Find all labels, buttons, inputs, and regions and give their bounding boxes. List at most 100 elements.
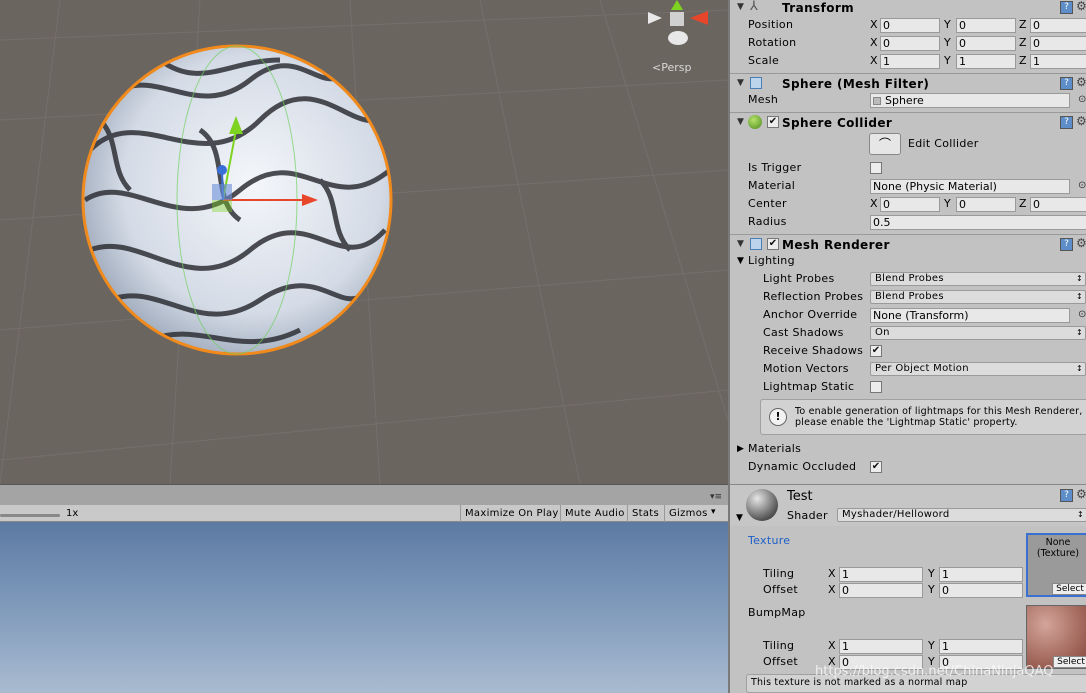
help-icon[interactable]: ? bbox=[1060, 489, 1073, 502]
motion-vectors-label: Motion Vectors bbox=[763, 362, 849, 375]
dynamic-occluded-checkbox[interactable]: ✔ bbox=[870, 461, 882, 473]
panel-splitter[interactable]: ▾≡ bbox=[0, 484, 728, 505]
component-enabled-checkbox[interactable]: ✔ bbox=[767, 238, 779, 250]
position-z-field[interactable]: 0 bbox=[1030, 18, 1086, 33]
is-trigger-row: Is Trigger bbox=[730, 159, 1086, 177]
scene-view[interactable]: <Persp bbox=[0, 0, 728, 484]
panel-menu-icon[interactable]: ▾≡ bbox=[710, 493, 722, 502]
scale-y-field[interactable]: 1 bbox=[956, 54, 1016, 69]
mute-audio-button[interactable]: Mute Audio bbox=[560, 505, 629, 522]
reflection-probes-dropdown[interactable]: Blend Probes bbox=[870, 290, 1086, 304]
edit-collider-label: Edit Collider bbox=[908, 137, 979, 150]
axis-y-label: Y bbox=[944, 36, 951, 49]
collider-material-label: Material bbox=[748, 179, 796, 192]
help-icon[interactable]: ? bbox=[1060, 77, 1073, 90]
mesh-row: Mesh Sphere ⊙ bbox=[730, 91, 1086, 109]
mesh-renderer-icon bbox=[750, 238, 762, 250]
texture-offset-y-field[interactable]: 0 bbox=[939, 583, 1023, 598]
help-icon[interactable]: ? bbox=[1060, 116, 1073, 129]
rotation-label: Rotation bbox=[748, 36, 797, 49]
material-name: Test bbox=[787, 489, 813, 504]
mesh-filter-header[interactable]: ▼ Sphere (Mesh Filter) ? ⚙ bbox=[730, 73, 1086, 93]
scene-canvas[interactable] bbox=[0, 0, 728, 484]
gizmos-chevron-icon[interactable]: ▾ bbox=[711, 507, 716, 517]
position-y-field[interactable]: 0 bbox=[956, 18, 1016, 33]
scale-row: Scale X 1 Y 1 Z 1 bbox=[730, 52, 1086, 70]
help-icon[interactable]: ? bbox=[1060, 238, 1073, 251]
lightmap-static-checkbox[interactable] bbox=[870, 381, 882, 393]
material-row: Material None (Physic Material) ⊙ bbox=[730, 177, 1086, 195]
bump-tiling-y-field[interactable]: 1 bbox=[939, 639, 1023, 654]
materials-foldout[interactable]: ▶ Materials bbox=[730, 440, 1086, 458]
scale-x-field[interactable]: 1 bbox=[880, 54, 940, 69]
sphere-collider-header[interactable]: ▼ ✔ Sphere Collider ? ⚙ bbox=[730, 112, 1086, 132]
stats-button[interactable]: Stats bbox=[627, 505, 663, 522]
scale-slider[interactable] bbox=[0, 514, 60, 517]
texture-tiling-x-field[interactable]: 1 bbox=[839, 567, 923, 582]
radius-field[interactable]: 0.5 bbox=[870, 215, 1086, 230]
bump-tiling-x-field[interactable]: 1 bbox=[839, 639, 923, 654]
lighting-foldout[interactable]: ▼ Lighting bbox=[730, 252, 1086, 270]
axis-z-label: Z bbox=[1019, 18, 1027, 31]
collapse-arrow-icon[interactable]: ▼ bbox=[737, 2, 744, 12]
texture-label: Texture bbox=[748, 534, 791, 547]
center-y-field[interactable]: 0 bbox=[956, 197, 1016, 212]
game-view[interactable] bbox=[0, 522, 728, 693]
is-trigger-checkbox[interactable] bbox=[870, 162, 882, 174]
edit-collider-button[interactable]: ⌒ bbox=[869, 133, 901, 155]
axis-y-label: Y bbox=[928, 583, 935, 596]
help-icon[interactable]: ? bbox=[1060, 1, 1073, 14]
gear-icon[interactable]: ⚙ bbox=[1076, 236, 1086, 250]
position-x-field[interactable]: 0 bbox=[880, 18, 940, 33]
object-picker-icon[interactable]: ⊙ bbox=[1078, 306, 1086, 324]
center-row: Center X 0 Y 0 Z 0 bbox=[730, 195, 1086, 213]
rotation-x-field[interactable]: 0 bbox=[880, 36, 940, 51]
material-preview-icon bbox=[746, 489, 778, 521]
foldout-arrow-icon[interactable]: ▼ bbox=[737, 252, 744, 270]
mesh-filter-icon bbox=[750, 77, 762, 89]
shader-dropdown[interactable]: Myshader/Helloword bbox=[837, 508, 1086, 522]
gear-icon[interactable]: ⚙ bbox=[1076, 114, 1086, 128]
motion-vectors-dropdown[interactable]: Per Object Motion bbox=[870, 362, 1086, 376]
object-picker-icon[interactable]: ⊙ bbox=[1078, 91, 1086, 109]
anchor-override-field[interactable]: None (Transform) bbox=[870, 308, 1070, 323]
collapse-arrow-icon[interactable]: ▼ bbox=[737, 78, 744, 88]
gear-icon[interactable]: ⚙ bbox=[1076, 487, 1086, 501]
mesh-field[interactable]: Sphere bbox=[870, 93, 1070, 108]
foldout-arrow-icon[interactable]: ▶ bbox=[737, 440, 744, 458]
light-probes-label: Light Probes bbox=[763, 272, 835, 285]
info-icon: ! bbox=[769, 408, 787, 426]
axis-x-label: X bbox=[870, 18, 878, 31]
axis-x-label: X bbox=[870, 54, 878, 67]
maximize-on-play-button[interactable]: Maximize On Play bbox=[460, 505, 563, 522]
center-x-field[interactable]: 0 bbox=[880, 197, 940, 212]
rotation-z-field[interactable]: 0 bbox=[1030, 36, 1086, 51]
component-enabled-checkbox[interactable]: ✔ bbox=[767, 116, 779, 128]
object-picker-icon[interactable]: ⊙ bbox=[1078, 177, 1086, 195]
rotation-y-field[interactable]: 0 bbox=[956, 36, 1016, 51]
collider-material-field[interactable]: None (Physic Material) bbox=[870, 179, 1070, 194]
mesh-renderer-header[interactable]: ▼ ✔ Mesh Renderer ? ⚙ bbox=[730, 234, 1086, 254]
scale-z-field[interactable]: 1 bbox=[1030, 54, 1086, 69]
reflection-probes-label: Reflection Probes bbox=[763, 290, 864, 303]
light-probes-dropdown[interactable]: Blend Probes bbox=[870, 272, 1086, 286]
center-z-field[interactable]: 0 bbox=[1030, 197, 1086, 212]
position-row: Position X 0 Y 0 Z 0 bbox=[730, 16, 1086, 34]
texture-tiling-y-field[interactable]: 1 bbox=[939, 567, 1023, 582]
mesh-label: Mesh bbox=[748, 93, 779, 106]
material-header[interactable]: ▼ Test Shader Myshader/Helloword ? ⚙ bbox=[730, 484, 1086, 526]
gear-icon[interactable]: ⚙ bbox=[1076, 75, 1086, 89]
collapse-arrow-icon[interactable]: ▼ bbox=[737, 117, 744, 127]
collapse-arrow-icon[interactable]: ▼ bbox=[736, 513, 743, 523]
dynamic-occluded-label: Dynamic Occluded bbox=[748, 460, 857, 473]
texture-offset-x-field[interactable]: 0 bbox=[839, 583, 923, 598]
lightmap-info-box: ! To enable generation of lightmaps for … bbox=[760, 399, 1086, 435]
center-label: Center bbox=[748, 197, 787, 210]
orientation-gizmo[interactable] bbox=[648, 0, 708, 45]
cast-shadows-dropdown[interactable]: On bbox=[870, 326, 1086, 340]
gear-icon[interactable]: ⚙ bbox=[1076, 0, 1086, 13]
perspective-label[interactable]: <Persp bbox=[652, 61, 691, 74]
receive-shadows-checkbox[interactable]: ✔ bbox=[870, 345, 882, 357]
collapse-arrow-icon[interactable]: ▼ bbox=[737, 239, 744, 249]
mesh-renderer-title: Mesh Renderer bbox=[782, 238, 890, 252]
